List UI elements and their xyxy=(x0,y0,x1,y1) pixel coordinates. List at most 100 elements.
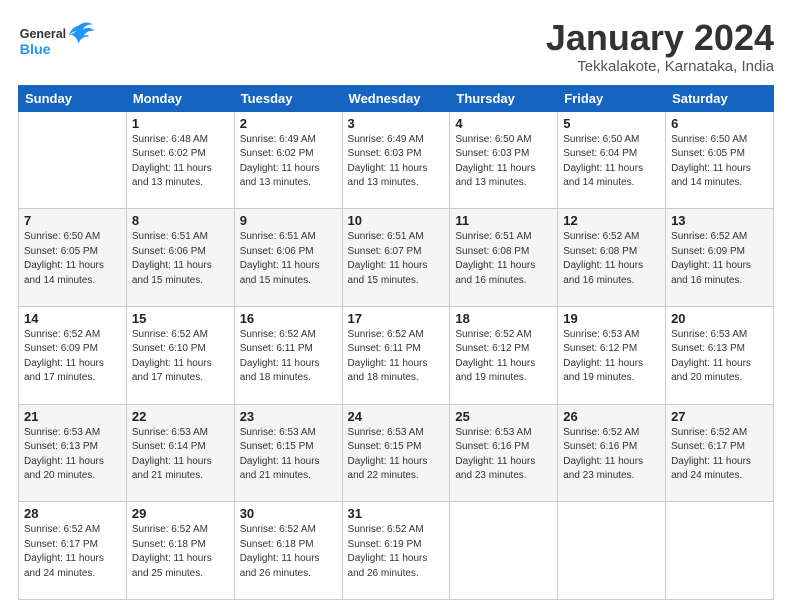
calendar-cell: 27Sunrise: 6:52 AM Sunset: 6:17 PM Dayli… xyxy=(666,404,774,502)
calendar-cell: 3Sunrise: 6:49 AM Sunset: 6:03 PM Daylig… xyxy=(342,111,450,209)
day-number: 11 xyxy=(455,213,552,228)
day-number: 30 xyxy=(240,506,337,521)
calendar-cell: 8 Sunrise: 6:51 AM Sunset: 6:06 PM Daylig… xyxy=(126,209,234,307)
day-info: Sunrise: 6:51 AM Sunset: 6:06 PM Dayligh… xyxy=(240,230,337,288)
day-info: Sunrise: 6:52 AM Sunset: 6:18 PM Dayligh… xyxy=(132,523,229,581)
calendar-cell xyxy=(450,502,558,600)
day-number: 13 xyxy=(671,213,768,228)
calendar-cell: 28Sunrise: 6:52 AM Sunset: 6:17 PM Dayli… xyxy=(19,502,127,600)
calendar-header: SundayMondayTuesdayWednesdayThursdayFrid… xyxy=(19,85,774,111)
calendar-week-row: 1 Sunrise: 6:48 AM Sunset: 6:02 PM Daylig… xyxy=(19,111,774,209)
weekday-header-thursday: Thursday xyxy=(450,85,558,111)
calendar-cell: 19 Sunrise: 6:53 AM Sunset: 6:12 PM Dayli… xyxy=(558,306,666,404)
day-info: Sunrise: 6:49 AM Sunset: 6:02 PM Dayligh… xyxy=(240,133,337,191)
title-section: January 2024 Tekkalakote, Karnataka, Ind… xyxy=(546,18,774,75)
day-info: Sunrise: 6:52 AM Sunset: 6:16 PM Dayligh… xyxy=(563,426,660,484)
calendar-cell: 31 Sunrise: 6:52 AM Sunset: 6:19 PM Dayli… xyxy=(342,502,450,600)
day-info: Sunrise: 6:52 AM Sunset: 6:18 PM Dayligh… xyxy=(240,523,337,581)
day-info: Sunrise: 6:53 AM Sunset: 6:15 PM Dayligh… xyxy=(348,426,445,484)
day-info: Sunrise: 6:52 AM Sunset: 6:09 PM Dayligh… xyxy=(671,230,768,288)
day-info: Sunrise: 6:51 AM Sunset: 6:08 PM Dayligh… xyxy=(455,230,552,288)
day-number: 5 xyxy=(563,116,660,131)
day-number: 25 xyxy=(455,409,552,424)
day-info: Sunrise: 6:50 AM Sunset: 6:05 PM Dayligh… xyxy=(24,230,121,288)
calendar-cell: 20Sunrise: 6:53 AM Sunset: 6:13 PM Dayli… xyxy=(666,306,774,404)
calendar-cell: 2 Sunrise: 6:49 AM Sunset: 6:02 PM Daylig… xyxy=(234,111,342,209)
day-number: 31 xyxy=(348,506,445,521)
day-number: 15 xyxy=(132,311,229,326)
day-info: Sunrise: 6:52 AM Sunset: 6:19 PM Dayligh… xyxy=(348,523,445,581)
day-number: 8 xyxy=(132,213,229,228)
location-title: Tekkalakote, Karnataka, India xyxy=(546,58,774,75)
calendar-cell: 29 Sunrise: 6:52 AM Sunset: 6:18 PM Dayli… xyxy=(126,502,234,600)
day-number: 18 xyxy=(455,311,552,326)
day-info: Sunrise: 6:52 AM Sunset: 6:09 PM Dayligh… xyxy=(24,328,121,386)
day-info: Sunrise: 6:53 AM Sunset: 6:12 PM Dayligh… xyxy=(563,328,660,386)
day-number: 9 xyxy=(240,213,337,228)
day-number: 3 xyxy=(348,116,445,131)
calendar-cell: 4Sunrise: 6:50 AM Sunset: 6:03 PM Daylig… xyxy=(450,111,558,209)
svg-text:General: General xyxy=(20,27,66,41)
calendar-cell: 22 Sunrise: 6:53 AM Sunset: 6:14 PM Dayli… xyxy=(126,404,234,502)
day-number: 6 xyxy=(671,116,768,131)
day-info: Sunrise: 6:53 AM Sunset: 6:13 PM Dayligh… xyxy=(24,426,121,484)
day-info: Sunrise: 6:53 AM Sunset: 6:13 PM Dayligh… xyxy=(671,328,768,386)
calendar-week-row: 14Sunrise: 6:52 AM Sunset: 6:09 PM Dayli… xyxy=(19,306,774,404)
weekday-header-monday: Monday xyxy=(126,85,234,111)
calendar-cell: 10 Sunrise: 6:51 AM Sunset: 6:07 PM Dayli… xyxy=(342,209,450,307)
day-info: Sunrise: 6:52 AM Sunset: 6:11 PM Dayligh… xyxy=(240,328,337,386)
day-number: 19 xyxy=(563,311,660,326)
day-info: Sunrise: 6:52 AM Sunset: 6:17 PM Dayligh… xyxy=(671,426,768,484)
calendar-cell: 21 Sunrise: 6:53 AM Sunset: 6:13 PM Dayli… xyxy=(19,404,127,502)
day-info: Sunrise: 6:51 AM Sunset: 6:06 PM Dayligh… xyxy=(132,230,229,288)
weekday-header-friday: Friday xyxy=(558,85,666,111)
calendar-cell xyxy=(19,111,127,209)
calendar-cell: 17 Sunrise: 6:52 AM Sunset: 6:11 PM Dayli… xyxy=(342,306,450,404)
calendar-cell: 5 Sunrise: 6:50 AM Sunset: 6:04 PM Daylig… xyxy=(558,111,666,209)
weekday-header-tuesday: Tuesday xyxy=(234,85,342,111)
day-number: 21 xyxy=(24,409,121,424)
calendar-cell: 1 Sunrise: 6:48 AM Sunset: 6:02 PM Daylig… xyxy=(126,111,234,209)
logo: General Blue xyxy=(18,18,98,68)
calendar-cell: 18 Sunrise: 6:52 AM Sunset: 6:12 PM Dayli… xyxy=(450,306,558,404)
calendar-cell: 24Sunrise: 6:53 AM Sunset: 6:15 PM Dayli… xyxy=(342,404,450,502)
day-number: 4 xyxy=(455,116,552,131)
day-info: Sunrise: 6:52 AM Sunset: 6:12 PM Dayligh… xyxy=(455,328,552,386)
day-number: 29 xyxy=(132,506,229,521)
weekday-header-row: SundayMondayTuesdayWednesdayThursdayFrid… xyxy=(19,85,774,111)
calendar-cell: 15Sunrise: 6:52 AM Sunset: 6:10 PM Dayli… xyxy=(126,306,234,404)
day-number: 17 xyxy=(348,311,445,326)
calendar-cell: 16 Sunrise: 6:52 AM Sunset: 6:11 PM Dayli… xyxy=(234,306,342,404)
day-info: Sunrise: 6:50 AM Sunset: 6:05 PM Dayligh… xyxy=(671,133,768,191)
day-number: 16 xyxy=(240,311,337,326)
day-info: Sunrise: 6:52 AM Sunset: 6:17 PM Dayligh… xyxy=(24,523,121,581)
day-info: Sunrise: 6:52 AM Sunset: 6:11 PM Dayligh… xyxy=(348,328,445,386)
day-info: Sunrise: 6:51 AM Sunset: 6:07 PM Dayligh… xyxy=(348,230,445,288)
calendar-week-row: 28Sunrise: 6:52 AM Sunset: 6:17 PM Dayli… xyxy=(19,502,774,600)
day-number: 23 xyxy=(240,409,337,424)
calendar-week-row: 7Sunrise: 6:50 AM Sunset: 6:05 PM Daylig… xyxy=(19,209,774,307)
day-number: 10 xyxy=(348,213,445,228)
day-info: Sunrise: 6:53 AM Sunset: 6:15 PM Dayligh… xyxy=(240,426,337,484)
calendar-cell: 26 Sunrise: 6:52 AM Sunset: 6:16 PM Dayli… xyxy=(558,404,666,502)
day-number: 22 xyxy=(132,409,229,424)
weekday-header-wednesday: Wednesday xyxy=(342,85,450,111)
svg-text:Blue: Blue xyxy=(20,42,51,58)
day-info: Sunrise: 6:48 AM Sunset: 6:02 PM Dayligh… xyxy=(132,133,229,191)
day-info: Sunrise: 6:52 AM Sunset: 6:08 PM Dayligh… xyxy=(563,230,660,288)
weekday-header-saturday: Saturday xyxy=(666,85,774,111)
calendar-cell: 11 Sunrise: 6:51 AM Sunset: 6:08 PM Dayli… xyxy=(450,209,558,307)
day-number: 26 xyxy=(563,409,660,424)
calendar-cell: 14Sunrise: 6:52 AM Sunset: 6:09 PM Dayli… xyxy=(19,306,127,404)
calendar-cell xyxy=(666,502,774,600)
logo-svg: General Blue xyxy=(18,18,98,68)
weekday-header-sunday: Sunday xyxy=(19,85,127,111)
calendar-cell: 30 Sunrise: 6:52 AM Sunset: 6:18 PM Dayli… xyxy=(234,502,342,600)
day-number: 2 xyxy=(240,116,337,131)
calendar-cell: 25Sunrise: 6:53 AM Sunset: 6:16 PM Dayli… xyxy=(450,404,558,502)
day-number: 1 xyxy=(132,116,229,131)
calendar-body: 1 Sunrise: 6:48 AM Sunset: 6:02 PM Daylig… xyxy=(19,111,774,599)
day-info: Sunrise: 6:50 AM Sunset: 6:04 PM Dayligh… xyxy=(563,133,660,191)
day-info: Sunrise: 6:53 AM Sunset: 6:14 PM Dayligh… xyxy=(132,426,229,484)
calendar-cell: 7Sunrise: 6:50 AM Sunset: 6:05 PM Daylig… xyxy=(19,209,127,307)
